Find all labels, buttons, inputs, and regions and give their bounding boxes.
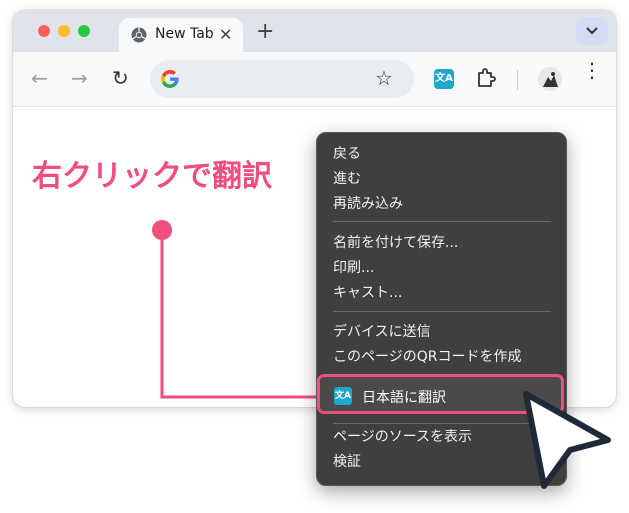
- menu-item-cast[interactable]: キャスト...: [333, 282, 402, 302]
- menu-item-send-to-devices[interactable]: デバイスに送信: [333, 321, 431, 341]
- menu-item-inspect[interactable]: 検証: [333, 451, 361, 471]
- menu-separator: [333, 311, 551, 312]
- menu-item-translate-label: 日本語に翻訳: [362, 390, 446, 406]
- mouse-cursor-icon: [523, 391, 611, 489]
- menu-item-print[interactable]: 印刷...: [333, 257, 374, 277]
- menu-item-view-source[interactable]: ページのソースを表示: [333, 426, 472, 446]
- menu-item-reload[interactable]: 再読み込み: [333, 193, 403, 213]
- menu-item-back[interactable]: 戻る: [333, 143, 361, 163]
- menu-separator: [333, 221, 551, 222]
- menu-item-save-as[interactable]: 名前を付けて保存...: [333, 232, 458, 252]
- menu-item-create-qr-code[interactable]: このページのQRコードを作成: [333, 346, 521, 366]
- menu-item-forward[interactable]: 進む: [333, 168, 361, 188]
- translate-icon: 文A: [334, 387, 352, 405]
